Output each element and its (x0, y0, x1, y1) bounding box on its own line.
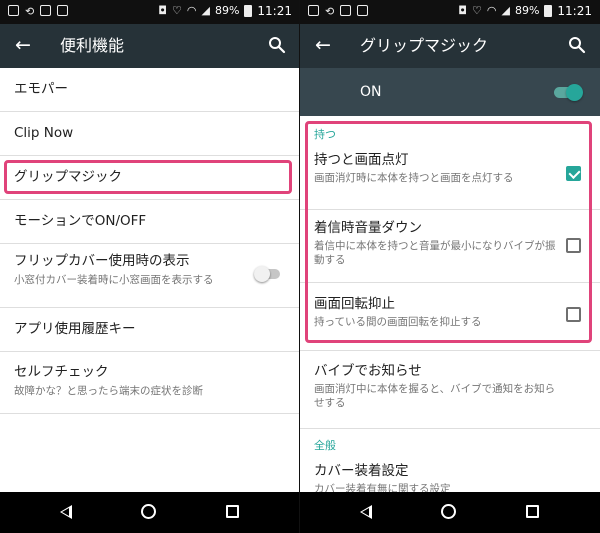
flip-cover-toggle[interactable] (254, 266, 280, 282)
rotate-icon: ⟲ (325, 5, 335, 18)
heart-icon: ♡ (172, 4, 182, 17)
master-toggle[interactable] (554, 84, 583, 101)
highlight-frame (4, 160, 292, 194)
settings-list: エモパー Clip Now グリップマジック モーションでON/OFF フリップ… (0, 68, 300, 414)
signal-icon: ◢ (201, 4, 210, 17)
nav-home-icon[interactable] (441, 504, 456, 519)
battery-percent: 89% (214, 4, 240, 17)
app-notification-icon (40, 5, 52, 16)
phone-notification-icon (357, 5, 369, 16)
list-item-motion-onoff[interactable]: モーションでON/OFF (0, 200, 300, 244)
item-title: カバー装着設定 (314, 463, 409, 479)
search-icon[interactable] (568, 36, 586, 54)
battery-icon (244, 5, 253, 17)
item-title: フリップカバー使用時の表示 (14, 253, 190, 269)
rotate-icon: ⟲ (25, 5, 35, 18)
item-subtitle: 故障かな？と思ったら端末の症状を診断 (14, 385, 203, 397)
wifi-icon: ◠ (486, 4, 497, 17)
item-subtitle: カバー装着有無に関する設定 (314, 483, 451, 492)
list-item-flip-cover[interactable]: フリップカバー使用時の表示 小窓付カバー装着時に小窓画面を表示する (0, 244, 300, 308)
item-title: アプリ使用履歴キー (14, 321, 136, 337)
list-item-app-history-key[interactable]: アプリ使用履歴キー (0, 308, 300, 352)
app-toolbar: ← 便利機能 (0, 24, 300, 68)
section-header-general: 全般 (314, 439, 336, 452)
search-icon[interactable] (268, 36, 286, 54)
highlight-frame (305, 121, 592, 343)
emopa-icon: ◘ (458, 4, 467, 17)
nav-recent-icon[interactable] (526, 505, 539, 518)
item-subtitle: 画面消灯中に本体を握ると、バイブで通知をお知らせする (314, 383, 556, 409)
item-title: バイブでお知らせ (314, 363, 422, 379)
heart-icon: ♡ (472, 4, 482, 17)
item-title: Clip Now (14, 125, 74, 141)
master-switch-row[interactable]: ON (300, 68, 600, 116)
nav-recent-icon[interactable] (226, 505, 239, 518)
navigation-bar (0, 492, 300, 533)
item-subtitle: 小窓付カバー装着時に小窓画面を表示する (14, 274, 214, 286)
clock: 11:21 (557, 4, 592, 18)
image-notification-icon (8, 5, 19, 16)
nav-back-icon[interactable] (360, 505, 372, 519)
app-toolbar: ← グリップマジック (300, 24, 600, 68)
left-screen: ⟲ ◘ ♡ ◠ ◢ 89% 11:21 ← 便利機能 エモパー Clip Now (0, 0, 300, 533)
phone-notification-icon (57, 5, 69, 16)
nav-home-icon[interactable] (141, 504, 156, 519)
app-notification-icon (340, 5, 352, 16)
item-title: モーションでON/OFF (14, 213, 147, 229)
clock: 11:21 (257, 4, 292, 18)
status-bar: ⟲ ◘ ♡ ◠ ◢ 89% 11:21 (300, 0, 600, 24)
list-item-cover-settings[interactable]: カバー装着設定 カバー装着有無に関する設定 (300, 453, 600, 492)
battery-icon (544, 5, 553, 17)
signal-icon: ◢ (501, 4, 510, 17)
status-bar: ⟲ ◘ ♡ ◠ ◢ 89% 11:21 (0, 0, 300, 24)
list-item-emopa[interactable]: エモパー (0, 68, 300, 112)
wifi-icon: ◠ (186, 4, 197, 17)
back-arrow-icon[interactable]: ← (310, 32, 336, 58)
master-switch-label: ON (360, 84, 382, 100)
navigation-bar (300, 492, 600, 533)
item-title: セルフチェック (14, 364, 109, 380)
list-item-clip-now[interactable]: Clip Now (0, 112, 300, 156)
list-item-vibe-notify[interactable]: バイブでお知らせ 画面消灯中に本体を握ると、バイブで通知をお知らせする (300, 351, 600, 429)
emopa-icon: ◘ (158, 4, 167, 17)
back-arrow-icon[interactable]: ← (10, 32, 36, 58)
image-notification-icon (308, 5, 319, 16)
right-screen: ⟲ ◘ ♡ ◠ ◢ 89% 11:21 ← グリップマジック ON 持つ 持つと… (300, 0, 600, 533)
page-title: 便利機能 (60, 36, 125, 55)
page-title: グリップマジック (360, 36, 489, 55)
nav-back-icon[interactable] (60, 505, 72, 519)
battery-percent: 89% (514, 4, 540, 17)
item-title: エモパー (14, 81, 68, 97)
list-item-self-check[interactable]: セルフチェック 故障かな？と思ったら端末の症状を診断 (0, 352, 300, 414)
